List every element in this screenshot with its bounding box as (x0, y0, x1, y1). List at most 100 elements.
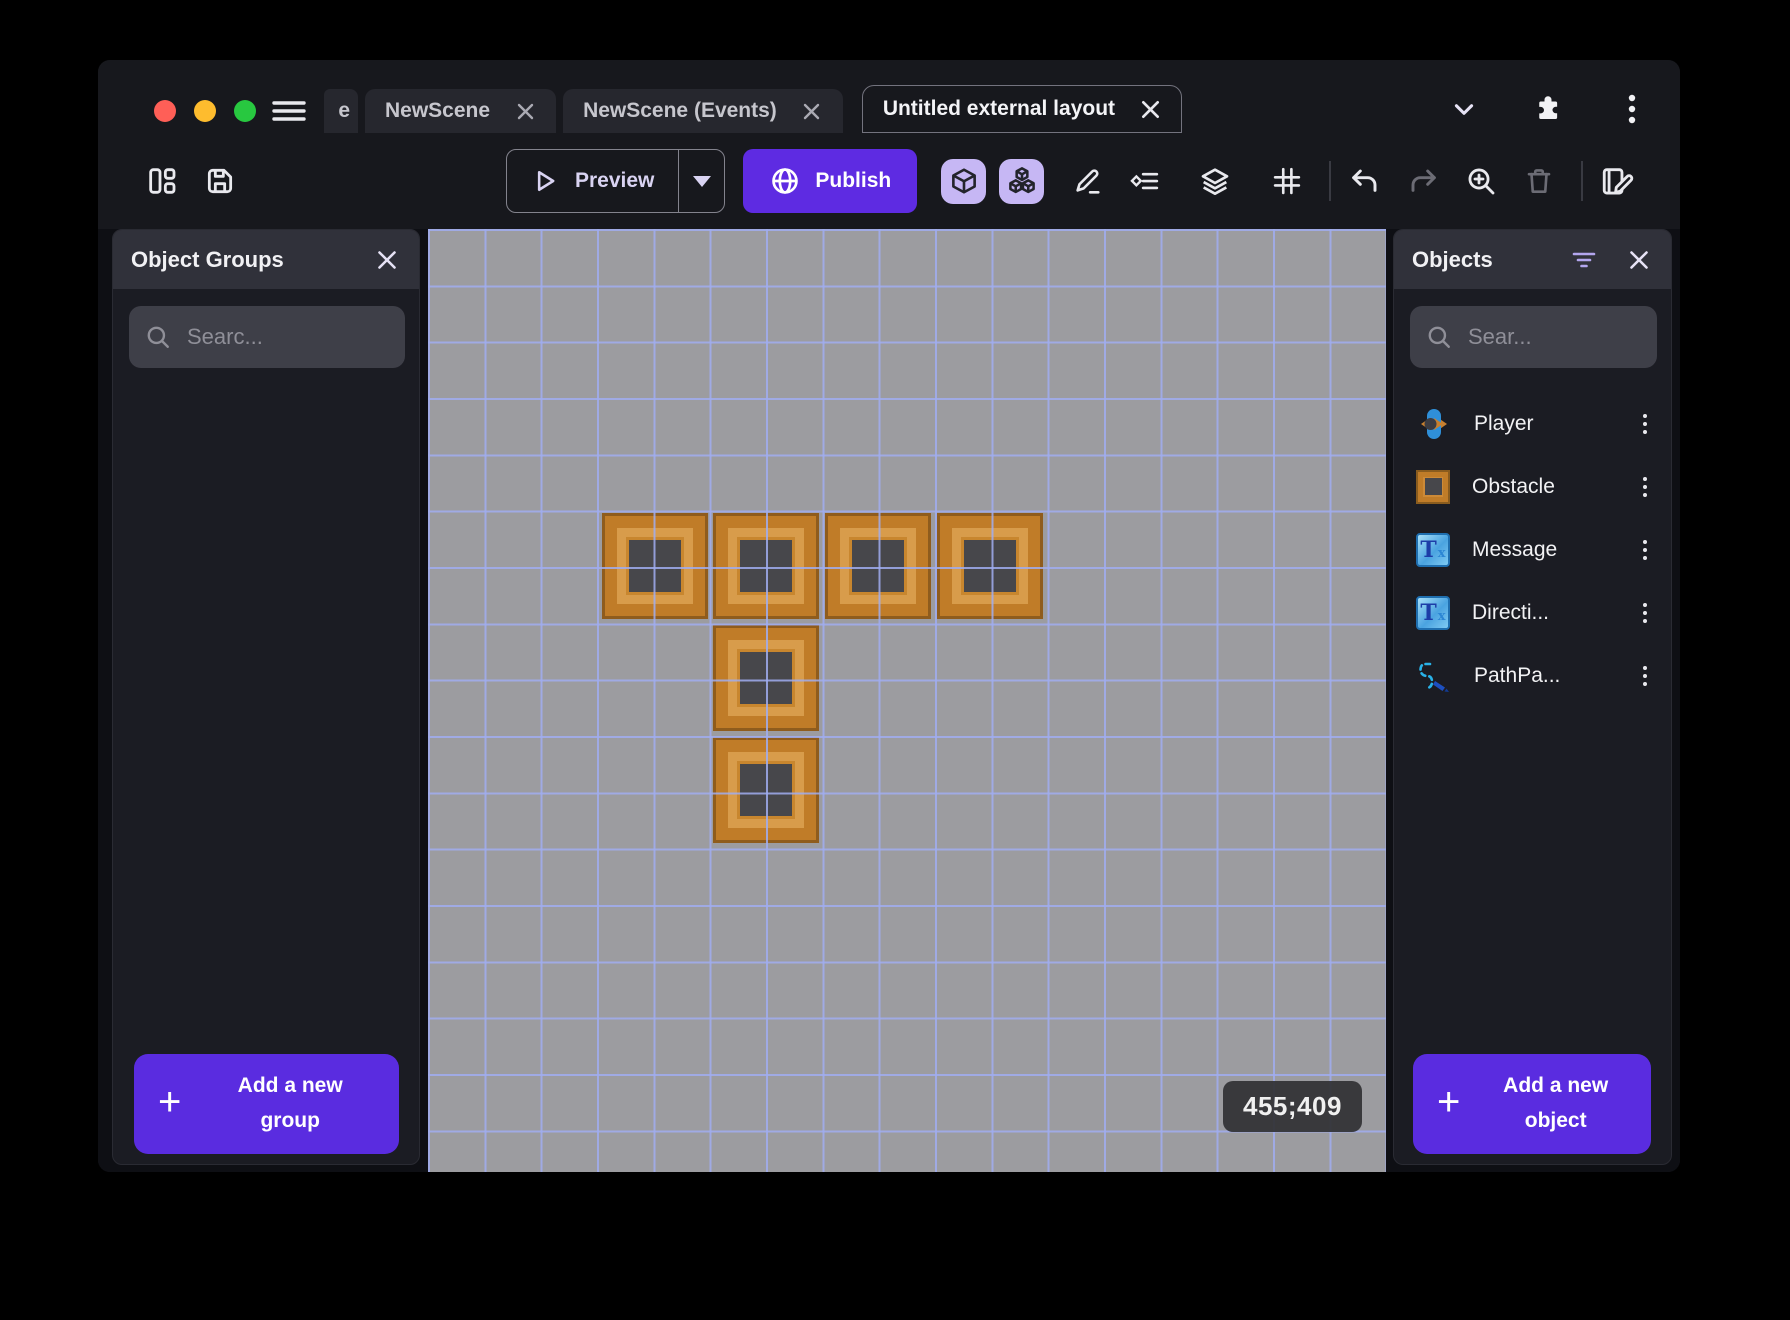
obstacle-instance[interactable] (713, 625, 819, 731)
instances-list-icon[interactable] (1125, 161, 1165, 201)
window-controls (154, 89, 256, 133)
search-input[interactable] (1468, 324, 1672, 350)
kebab-menu-icon[interactable] (1633, 598, 1657, 628)
close-icon[interactable] (514, 100, 536, 122)
add-object-label: Add a new object (1470, 1069, 1641, 1138)
object-groups-list (113, 378, 419, 1054)
tab-newscene[interactable]: NewScene (365, 89, 556, 133)
filter-icon[interactable] (1569, 246, 1599, 274)
object-row-obstacle[interactable]: Obstacle (1394, 455, 1671, 518)
objects-list: Player Obstacle Tx Message Tx Directi... (1394, 392, 1671, 707)
edit-scene-properties-icon[interactable] (1597, 161, 1637, 201)
preview-main[interactable]: Preview (507, 150, 678, 212)
trash-icon[interactable] (1519, 161, 1559, 201)
object-row-pathpaint[interactable]: PathPa... (1394, 644, 1671, 707)
redo-icon[interactable] (1403, 161, 1443, 201)
kebab-menu-icon[interactable] (1633, 409, 1657, 439)
preview-label: Preview (575, 169, 654, 193)
grid-icon[interactable] (1267, 161, 1307, 201)
object-label: Player (1474, 412, 1611, 436)
close-icon[interactable] (1139, 98, 1161, 120)
preview-button[interactable]: Preview (506, 149, 725, 213)
close-icon[interactable] (1625, 246, 1653, 274)
obstacle-icon (1416, 470, 1450, 504)
obstacle-instance[interactable] (713, 513, 819, 619)
objects-panel-body (1394, 707, 1671, 1054)
toolbar-divider (1329, 161, 1331, 201)
kebab-menu-icon[interactable] (1633, 661, 1657, 691)
puzzle-extensions-icon[interactable] (1530, 91, 1566, 127)
panels-layout-icon[interactable] (142, 161, 182, 201)
object-groups-search[interactable] (129, 306, 405, 368)
publish-label: Publish (815, 169, 891, 193)
kebab-menu-icon[interactable] (1633, 472, 1657, 502)
globe-icon (769, 165, 801, 197)
close-icon[interactable] (373, 246, 401, 274)
path-paint-icon (1416, 658, 1452, 694)
zoom-in-icon[interactable] (1461, 161, 1501, 201)
title-bar: e NewScene NewScene (Events) Untitled ex… (98, 60, 1680, 133)
app-window: e NewScene NewScene (Events) Untitled ex… (98, 60, 1680, 1172)
close-window-button[interactable] (154, 100, 176, 122)
edit-pen-icon[interactable] (1067, 161, 1107, 201)
tab-untitled-external-layout[interactable]: Untitled external layout (862, 85, 1182, 133)
tab-clipped[interactable]: e (324, 89, 358, 133)
add-group-button[interactable]: + Add a new group (134, 1054, 399, 1154)
search-icon (145, 324, 171, 350)
tab-label: NewScene (Events) (583, 99, 777, 123)
object-label: Message (1472, 538, 1611, 562)
tab-label: Untitled external layout (883, 97, 1115, 121)
instances-view-toggle[interactable] (999, 159, 1044, 204)
chevron-down-icon[interactable] (1446, 91, 1482, 127)
obstacle-instance[interactable] (713, 737, 819, 843)
toolbar: Preview Publish (98, 133, 1680, 229)
object-row-directions[interactable]: Tx Directi... (1394, 581, 1671, 644)
tab-label: NewScene (385, 99, 490, 123)
scene-canvas[interactable]: 455;409 (428, 229, 1386, 1172)
obstacle-instance[interactable] (602, 513, 708, 619)
maximize-window-button[interactable] (234, 100, 256, 122)
add-object-button[interactable]: + Add a new object (1413, 1054, 1651, 1154)
search-input[interactable] (187, 324, 420, 350)
obstacle-instance[interactable] (825, 513, 931, 619)
object-row-player[interactable]: Player (1394, 392, 1671, 455)
play-icon (531, 167, 559, 195)
save-icon[interactable] (200, 161, 240, 201)
obstacle-instance[interactable] (937, 513, 1043, 619)
kebab-menu-icon[interactable] (1614, 91, 1650, 127)
object-label: PathPa... (1474, 664, 1611, 688)
objects-header: Objects (1394, 230, 1671, 289)
object-row-message[interactable]: Tx Message (1394, 518, 1671, 581)
tab-newscene-events[interactable]: NewScene (Events) (563, 89, 843, 133)
text-object-icon: Tx (1416, 533, 1450, 567)
object-label: Obstacle (1472, 475, 1611, 499)
plus-icon: + (1437, 1082, 1460, 1122)
undo-icon[interactable] (1345, 161, 1385, 201)
text-object-icon: Tx (1416, 596, 1450, 630)
close-icon[interactable] (801, 100, 823, 122)
objects-panel: Objects (1393, 229, 1672, 1165)
titlebar-right-actions (1446, 87, 1650, 131)
object-groups-header: Object Groups (113, 230, 419, 289)
player-icon (1416, 405, 1452, 443)
preview-options-dropdown[interactable] (678, 150, 724, 212)
object-groups-panel: Object Groups + Add a new group (112, 229, 420, 1165)
canvas-grid (428, 229, 1386, 1172)
kebab-menu-icon[interactable] (1633, 535, 1657, 565)
hamburger-icon (272, 99, 306, 123)
tab-label: e (338, 99, 350, 123)
object-label: Directi... (1472, 601, 1611, 625)
panel-title: Object Groups (131, 247, 284, 273)
main-menu-button[interactable] (272, 89, 306, 133)
caret-down-icon (693, 176, 711, 187)
objects-search[interactable] (1410, 306, 1657, 368)
search-icon (1426, 324, 1452, 350)
layers-icon[interactable] (1195, 161, 1235, 201)
panel-title: Objects (1412, 247, 1493, 273)
publish-button[interactable]: Publish (743, 149, 917, 213)
add-group-label: Add a new group (191, 1069, 389, 1138)
objects-view-toggle[interactable] (941, 159, 986, 204)
content-area: Object Groups + Add a new group (98, 229, 1680, 1172)
minimize-window-button[interactable] (194, 100, 216, 122)
objects-cube-icon (949, 166, 979, 196)
